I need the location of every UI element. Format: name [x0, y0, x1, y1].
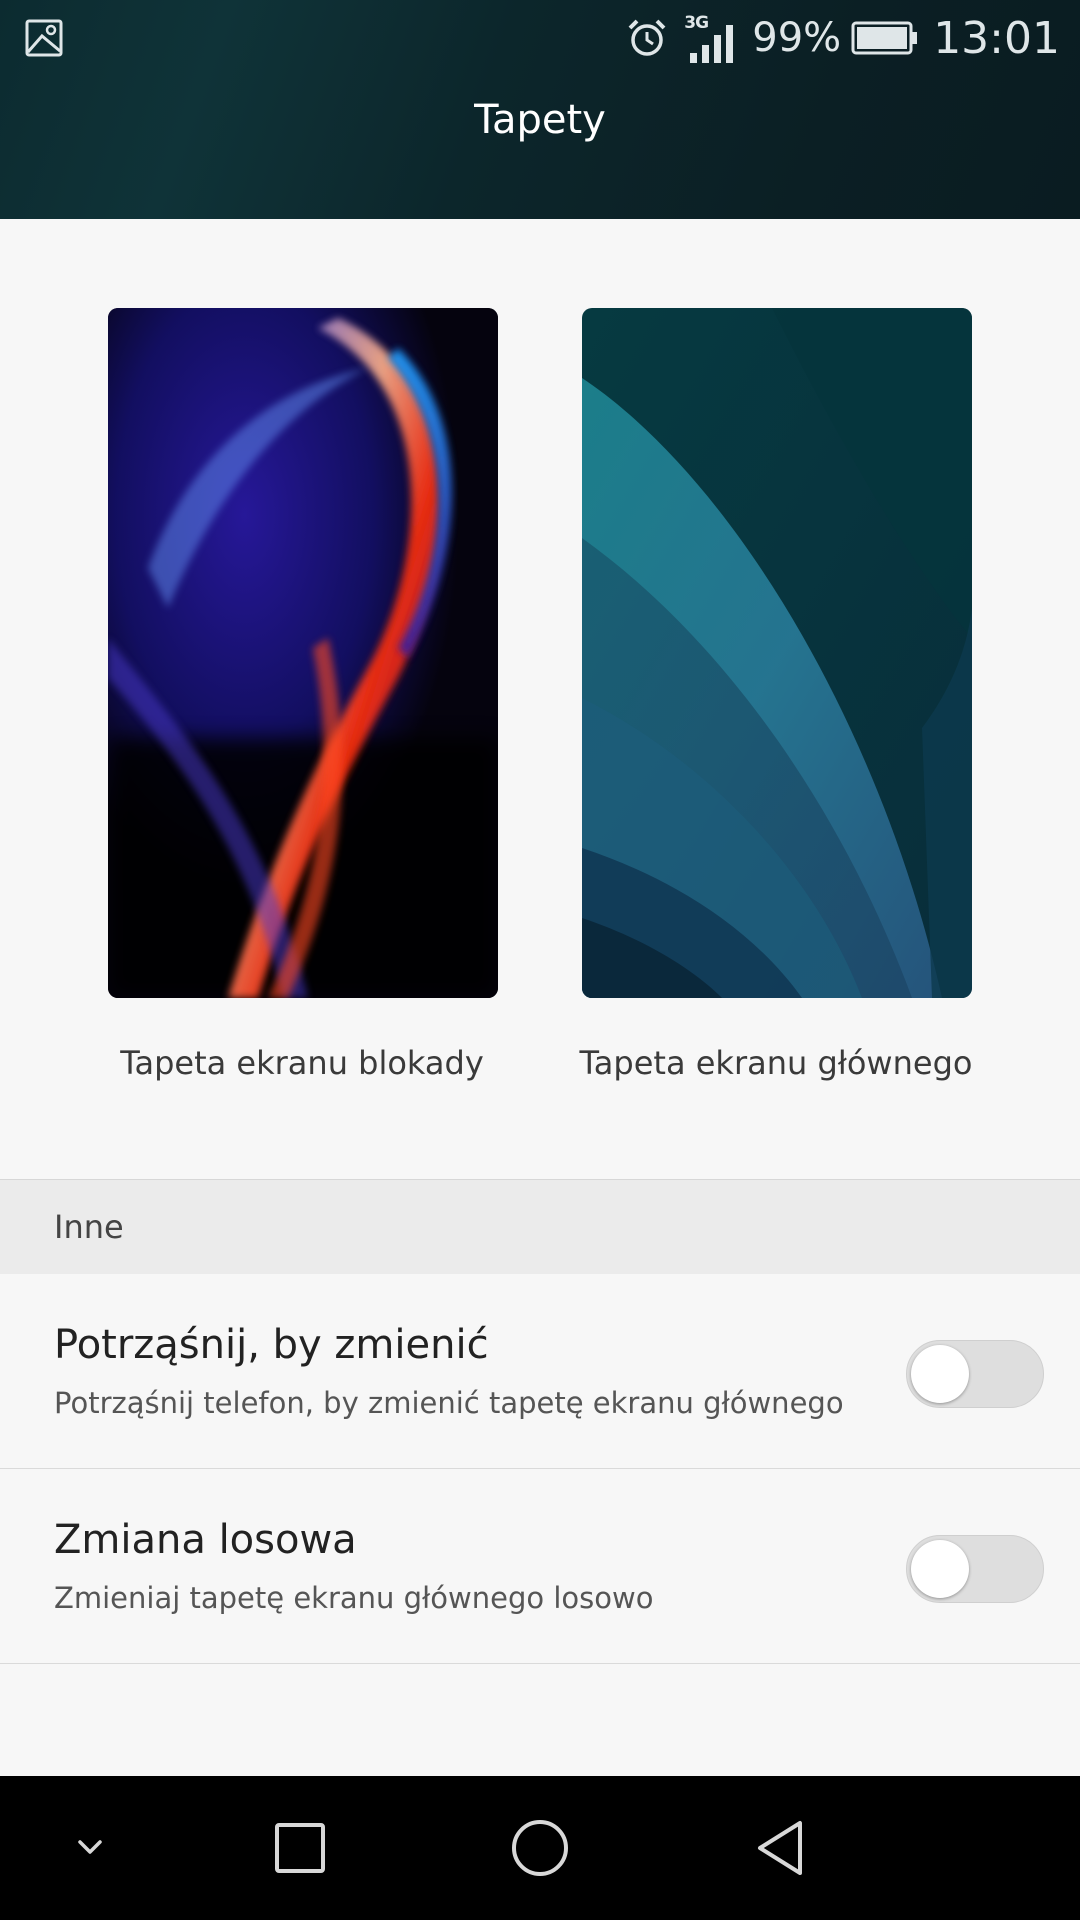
toggle-knob: [911, 1345, 969, 1403]
lock-screen-wallpaper-label: Tapeta ekranu blokady: [120, 1044, 484, 1082]
shake-to-change-title: Potrząśnij, by zmienić: [54, 1322, 489, 1368]
home-screen-wallpaper-preview[interactable]: [582, 308, 972, 998]
clock: 13:01: [933, 12, 1060, 64]
back-triangle-icon: [758, 1821, 802, 1875]
top-bar: 3G 99% 13:01 Tapety: [0, 0, 1080, 219]
lock-screen-wallpaper-preview[interactable]: [108, 308, 498, 998]
toggle-knob: [911, 1540, 969, 1598]
circle-icon: [512, 1820, 568, 1876]
navigation-bar: [0, 1776, 1080, 1920]
back-button[interactable]: [700, 1776, 860, 1920]
home-button[interactable]: [460, 1776, 620, 1920]
notification-pull-down-button[interactable]: [10, 1776, 170, 1920]
gallery-notification-icon: [25, 19, 63, 57]
square-icon: [275, 1823, 325, 1873]
signal-strength-icon: 3G: [682, 13, 740, 63]
random-change-toggle[interactable]: [906, 1535, 1044, 1603]
page-title: Tapety: [474, 97, 606, 143]
shake-to-change-subtitle: Potrząśnij telefon, by zmienić tapetę ek…: [54, 1386, 844, 1420]
chevron-down-icon: [78, 1840, 102, 1854]
section-header-other: Inne: [0, 1179, 1080, 1275]
random-change-subtitle: Zmieniaj tapetę ekranu głównego losowo: [54, 1581, 654, 1615]
recent-apps-button[interactable]: [220, 1776, 380, 1920]
shake-to-change-toggle[interactable]: [906, 1340, 1044, 1408]
random-change-row[interactable]: Zmiana losowa Zmieniaj tapetę ekranu głó…: [0, 1469, 1080, 1664]
home-screen-wallpaper-label: Tapeta ekranu głównego: [579, 1044, 973, 1082]
status-bar: 3G 99% 13:01: [0, 0, 1080, 76]
battery-icon: [851, 21, 918, 55]
random-change-title: Zmiana losowa: [54, 1517, 357, 1563]
shake-to-change-row[interactable]: Potrząśnij, by zmienić Potrząśnij telefo…: [0, 1274, 1080, 1469]
battery-percent: 99%: [752, 15, 842, 61]
section-title: Inne: [54, 1208, 124, 1246]
alarm-icon: [628, 19, 666, 56]
